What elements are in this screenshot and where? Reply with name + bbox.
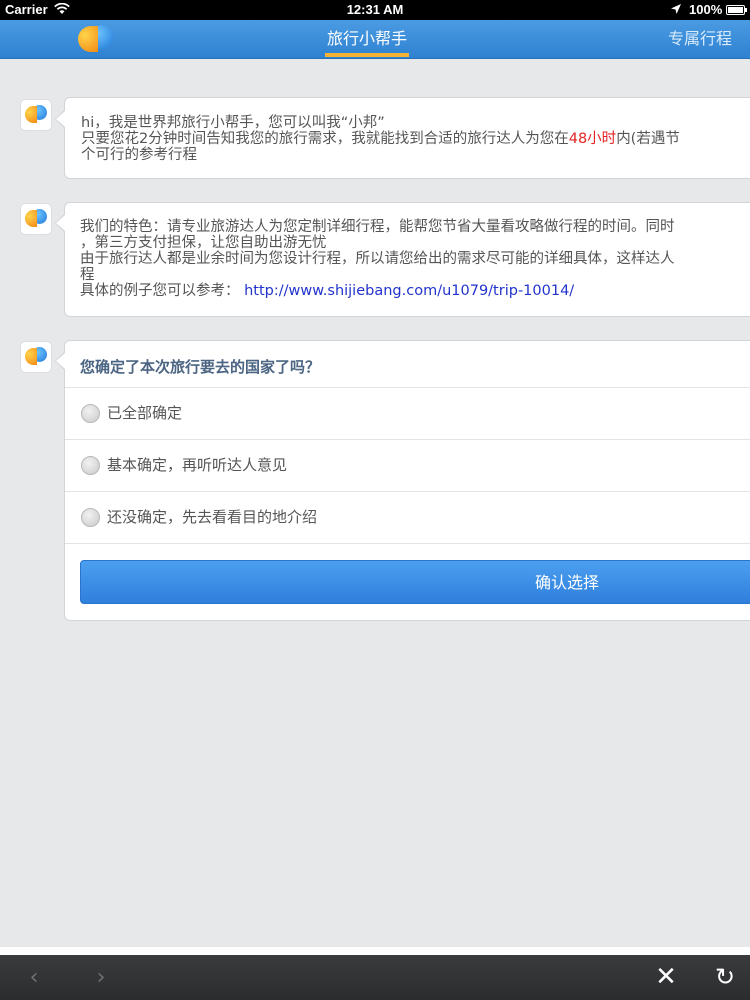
message-bubble: 我们的特色：请专业旅游达人为您定制详细行程，能帮您节省大量看攻略做行程的时间。同…: [64, 202, 750, 317]
example-trip-link[interactable]: http://www.shijiebang.com/u1079/trip-100…: [244, 283, 574, 299]
radio-button[interactable]: [81, 404, 100, 423]
option-all-confirmed[interactable]: 已全部确定: [65, 387, 750, 439]
radio-button[interactable]: [81, 456, 100, 475]
message-line: hi，我是世界邦旅行小帮手，您可以叫我“小邦”: [81, 115, 385, 131]
message-line: 程: [80, 267, 95, 283]
custom-itinerary-link[interactable]: 专属行程: [668, 20, 732, 59]
highlight-text: 48小时: [568, 131, 617, 147]
message-line: ，第三方支付担保，让您自助出游无忧: [80, 235, 327, 251]
content-bottom-edge: [0, 947, 750, 955]
message-bubble: hi，我是世界邦旅行小帮手，您可以叫我“小邦” 只要您花2分钟时间告知我您的旅行…: [64, 97, 750, 179]
forward-arrow-icon[interactable]: ›: [89, 955, 113, 1000]
close-icon[interactable]: ✕: [652, 955, 680, 1000]
assistant-avatar: [21, 204, 51, 234]
bubble-pointer-fill: [56, 353, 65, 369]
radio-button[interactable]: [81, 508, 100, 527]
option-label: 已全部确定: [107, 404, 183, 422]
nav-header: 旅行小帮手 专属行程: [0, 20, 750, 59]
message-line: 由于旅行达人都是业余时间为您设计行程，所以请您给出的需求尽可能的详细具体，这样达…: [80, 251, 675, 267]
active-tab-indicator: [325, 53, 409, 57]
message-text: 内(若遇节: [616, 131, 680, 147]
chat-content[interactable]: hi，我是世界邦旅行小帮手，您可以叫我“小邦” 只要您花2分钟时间告知我您的旅行…: [0, 60, 750, 947]
option-label: 基本确定，再听听达人意见: [107, 456, 288, 474]
message-line: 我们的特色：请专业旅游达人为您定制详细行程，能帮您节省大量看攻略做行程的时间。同…: [80, 219, 675, 235]
divider: [65, 543, 750, 544]
location-arrow-icon: [670, 3, 682, 18]
app-logo-icon: [78, 24, 116, 54]
message-line: 具体的例子您可以参考： http://www.shijiebang.com/u1…: [80, 283, 750, 299]
status-bar: Carrier 12:31 AM 100%: [0, 0, 750, 20]
question-title: 您确定了本次旅行要去的国家了吗？: [80, 358, 321, 376]
bubble-pointer-fill: [56, 215, 65, 231]
question-card: 您确定了本次旅行要去的国家了吗？ 已全部确定 基本确定，再听听达人意见 还没确定…: [64, 340, 750, 621]
message-text: 具体的例子您可以参考：: [80, 283, 240, 299]
battery-percent: 100%: [689, 2, 723, 17]
assistant-avatar: [21, 100, 51, 130]
option-not-confirmed[interactable]: 还没确定，先去看看目的地介绍: [65, 491, 750, 543]
reload-icon[interactable]: ↻: [711, 955, 739, 1000]
confirm-selection-button[interactable]: 确认选择: [80, 560, 750, 604]
browser-toolbar: ‹ › ✕ ↻: [0, 955, 750, 1000]
option-label: 还没确定，先去看看目的地介绍: [107, 508, 318, 526]
battery-icon: [726, 5, 747, 15]
back-arrow-icon[interactable]: ‹: [22, 955, 46, 1000]
clock: 12:31 AM: [346, 2, 404, 17]
message-line: 只要您花2分钟时间告知我您的旅行需求，我就能找到合适的旅行达人为您在48小时内(…: [81, 131, 750, 147]
assistant-avatar: [21, 342, 51, 372]
message-line: 个可行的参考行程: [81, 147, 197, 163]
option-mostly-confirmed[interactable]: 基本确定，再听听达人意见: [65, 439, 750, 491]
bubble-pointer-fill: [56, 111, 65, 127]
message-text: 只要您花2分钟时间告知我您的旅行需求，我就能找到合适的旅行达人为您在: [81, 131, 569, 147]
